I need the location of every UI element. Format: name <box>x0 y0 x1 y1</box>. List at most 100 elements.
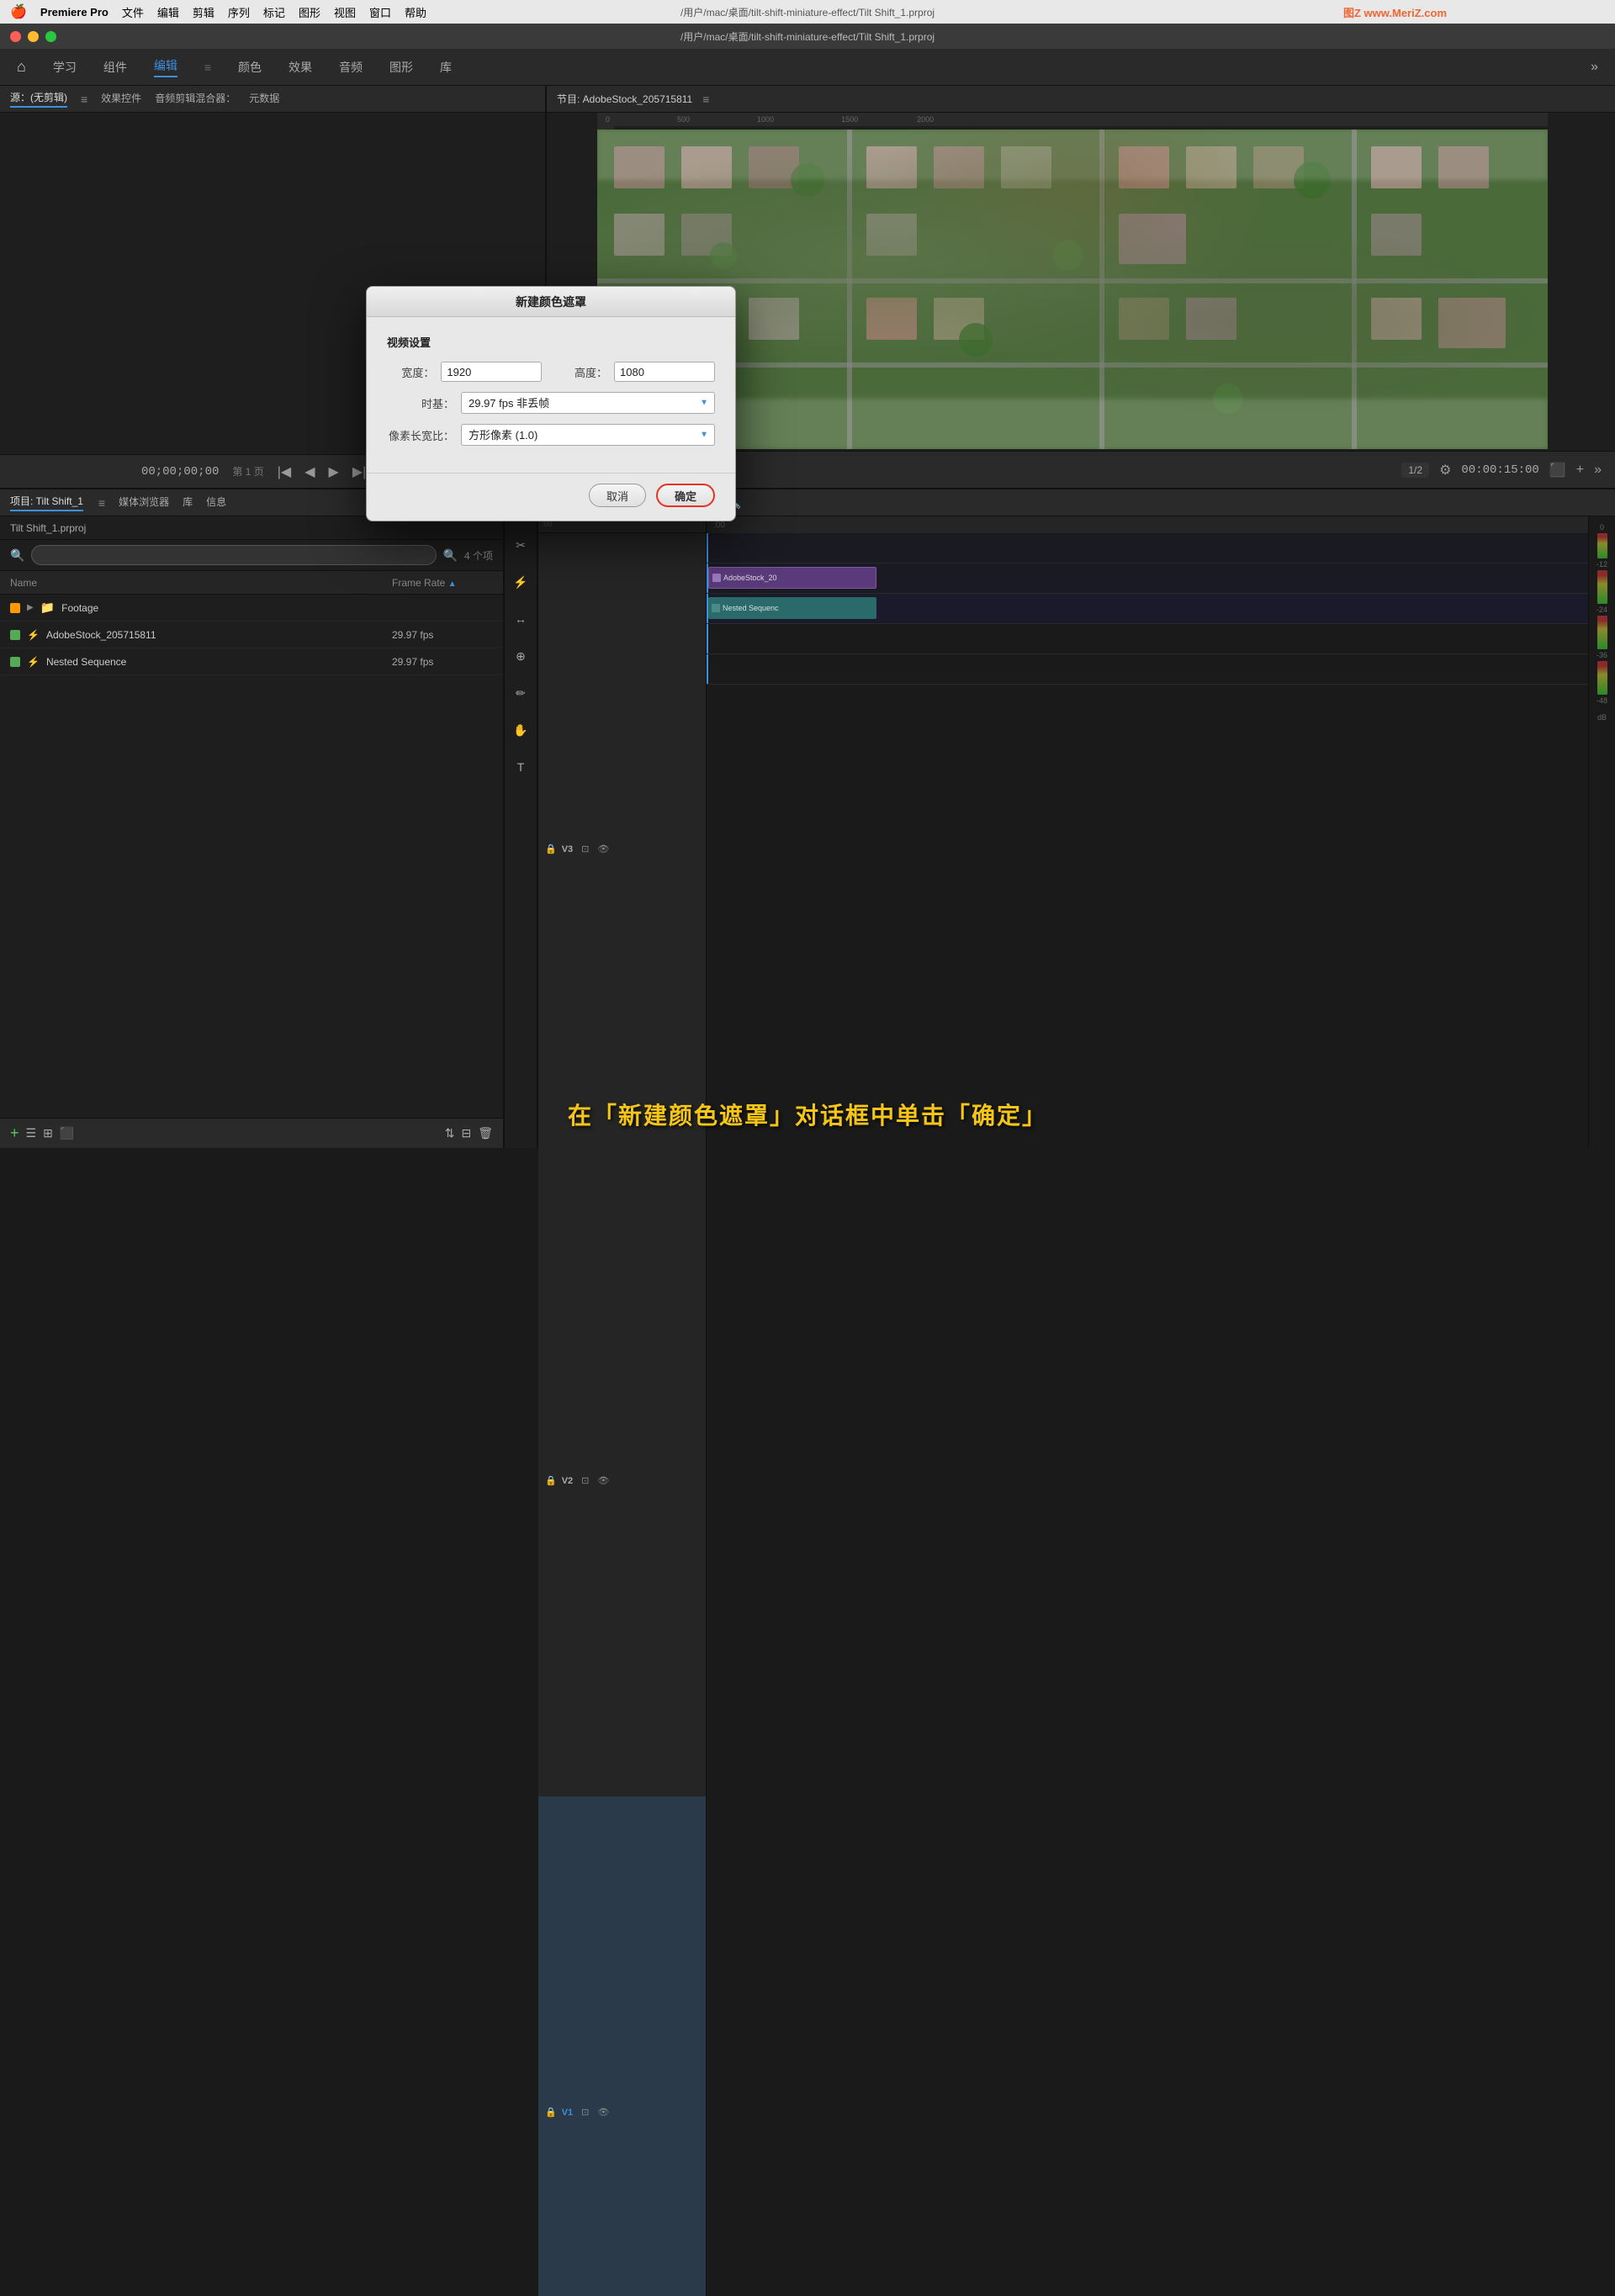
tool-razor[interactable]: ⚡ <box>509 570 532 594</box>
track-headers: :00 🔒 V3 ⊡ 👁 🔒 V2 ⊡ 👁 <box>538 516 707 1148</box>
aerial-overlay <box>597 130 1548 449</box>
lock-v2-icon[interactable]: 🔒 <box>545 1475 557 1486</box>
expand-icon[interactable]: ▶ <box>27 603 34 612</box>
tool-pen[interactable]: ✏ <box>509 681 532 705</box>
project-list: ▶ 📁 Footage ⚡ AdobeStock_205715811 29.97… <box>0 595 503 1118</box>
eye-v2-icon[interactable]: 👁 <box>597 1475 609 1486</box>
menu-view[interactable]: 视图 <box>334 4 356 20</box>
tab-library[interactable]: 库 <box>183 495 193 511</box>
search-input[interactable] <box>31 545 436 565</box>
tab-project[interactable]: 项目: Tilt Shift_1 <box>10 494 83 511</box>
mini-timeline: :00 AdobeStock_20 <box>707 516 1588 1148</box>
tab-info[interactable]: 信息 <box>206 495 226 511</box>
program-zoom[interactable]: 1/2 <box>1401 463 1429 478</box>
timebase-select[interactable]: 29.97 fps 非丢帧 <box>461 392 715 414</box>
list-view-icon[interactable]: ☰ <box>26 1126 37 1140</box>
pixel-select[interactable]: 方形像素 (1.0) <box>461 424 715 446</box>
ok-button[interactable]: 确定 <box>656 484 715 507</box>
menu-window[interactable]: 窗口 <box>369 4 391 20</box>
tab-source[interactable]: 源：(无剪辑) <box>10 90 67 108</box>
auto-match-icon[interactable]: ⊟ <box>461 1126 471 1140</box>
maximize-button[interactable] <box>45 31 56 42</box>
tab-metadata[interactable]: 元数据 <box>249 91 279 107</box>
menu-mark[interactable]: 标记 <box>263 4 285 20</box>
apple-logo-icon[interactable]: 🍎 <box>10 3 27 20</box>
source-menu-icon[interactable]: ≡ <box>81 93 87 106</box>
tab-audio-mixer[interactable]: 音频剪辑混合器： <box>155 91 236 107</box>
tab-effect-controls[interactable]: 效果控件 <box>101 91 141 107</box>
tool-hand[interactable]: ✋ <box>509 718 532 742</box>
sync-v2-icon[interactable]: ⊡ <box>581 1475 589 1486</box>
tool-slide[interactable]: ⊕ <box>509 644 532 668</box>
dialog-footer: 取消 确定 <box>367 473 735 521</box>
tool-text[interactable]: T <box>509 755 532 779</box>
sort-icon2[interactable]: ⇅ <box>445 1126 455 1140</box>
prog-more-icon[interactable]: » <box>1594 463 1602 478</box>
width-input[interactable] <box>441 362 542 382</box>
list-item[interactable]: ⚡ Nested Sequence 29.97 fps <box>0 648 503 675</box>
nav-edit[interactable]: 编辑 <box>154 57 177 77</box>
program-ruler-top: 0 500 1000 1500 2000 <box>597 113 1548 126</box>
clip-nested[interactable]: Nested Sequenc <box>708 597 876 619</box>
nav-audio[interactable]: 音频 <box>339 59 363 76</box>
clip-adobestock[interactable]: AdobeStock_20 <box>708 567 876 589</box>
close-button[interactable] <box>10 31 21 42</box>
app-name[interactable]: Premiere Pro <box>40 6 109 19</box>
nav-graphics[interactable]: 图形 <box>389 59 413 76</box>
tool-slip[interactable]: ↔ <box>509 607 532 631</box>
prev-frame-icon[interactable]: ◀ <box>304 463 315 480</box>
delete-icon[interactable]: 🗑 <box>478 1126 493 1140</box>
tab-media-browser[interactable]: 媒体浏览器 <box>119 495 169 511</box>
minimize-button[interactable] <box>28 31 39 42</box>
meter-label-db: dB <box>1597 713 1607 722</box>
menu-help[interactable]: 帮助 <box>405 4 426 20</box>
nav-component[interactable]: 组件 <box>103 59 127 76</box>
new-item-icon[interactable]: + <box>10 1124 19 1142</box>
item-fps-adobestock: 29.97 fps <box>392 629 493 641</box>
prog-export-icon[interactable]: ⬛ <box>1549 462 1566 479</box>
menu-sequence[interactable]: 序列 <box>228 4 250 20</box>
eye-v1-icon[interactable]: 👁 <box>597 2107 609 2118</box>
clip-icon2: ⚡ <box>27 656 40 668</box>
nav-color[interactable]: 颜色 <box>238 59 262 76</box>
menu-graphic[interactable]: 图形 <box>299 4 320 20</box>
list-item[interactable]: ▶ 📁 Footage <box>0 595 503 622</box>
freeform-view-icon[interactable]: ⬛ <box>60 1126 74 1140</box>
lock-v3-icon[interactable]: 🔒 <box>545 844 557 854</box>
window-title: /用户/mac/桌面/tilt-shift-miniature-effect/T… <box>680 5 935 19</box>
height-input[interactable] <box>614 362 715 382</box>
play-icon[interactable]: ▶ <box>329 463 339 480</box>
meter-bar-mid1 <box>1597 570 1607 604</box>
col-framerate-header[interactable]: Frame Rate ▲ <box>392 577 493 589</box>
home-icon[interactable]: ⌂ <box>17 58 26 76</box>
cancel-button[interactable]: 取消 <box>589 484 646 507</box>
nav-more-icon[interactable]: » <box>1591 60 1598 75</box>
tool-ripple[interactable]: ✂ <box>509 533 532 557</box>
search-in-icon[interactable]: 🔍 <box>443 548 458 563</box>
lock-v1-icon[interactable]: 🔒 <box>545 2107 557 2118</box>
list-item[interactable]: ⚡ AdobeStock_205715811 29.97 fps <box>0 622 503 648</box>
menu-file[interactable]: 文件 <box>122 4 144 20</box>
pixel-label: 像素长宽比： <box>387 427 454 443</box>
width-label: 宽度： <box>387 364 434 380</box>
next-frame-icon[interactable]: ▶| <box>352 463 366 480</box>
grid-view-icon[interactable]: ⊞ <box>43 1126 53 1140</box>
nav-library[interactable]: 库 <box>440 59 452 76</box>
eye-v3-icon[interactable]: 👁 <box>597 844 609 854</box>
prog-add-icon[interactable]: + <box>1576 463 1584 478</box>
clip-icon-purple <box>712 574 721 582</box>
track-label-v3: V3 <box>562 844 573 854</box>
mini-ruler: :00 <box>707 516 1588 533</box>
project-menu-icon[interactable]: ≡ <box>98 496 105 510</box>
audio-meter: 0 -12 -24 -36 -48 dB <box>1588 516 1615 1148</box>
menu-edit[interactable]: 编辑 <box>157 4 179 20</box>
sync-v1-icon[interactable]: ⊡ <box>581 2107 589 2118</box>
sync-v3-icon[interactable]: ⊡ <box>581 844 589 854</box>
menu-clip[interactable]: 剪辑 <box>193 4 214 20</box>
program-menu-icon[interactable]: ≡ <box>702 93 709 106</box>
meter-bar-mid2 <box>1597 616 1607 649</box>
nav-study[interactable]: 学习 <box>53 59 77 76</box>
prog-settings-icon[interactable]: ⚙ <box>1439 462 1451 479</box>
step-back-icon[interactable]: |◀ <box>278 463 291 480</box>
nav-effects[interactable]: 效果 <box>289 59 312 76</box>
